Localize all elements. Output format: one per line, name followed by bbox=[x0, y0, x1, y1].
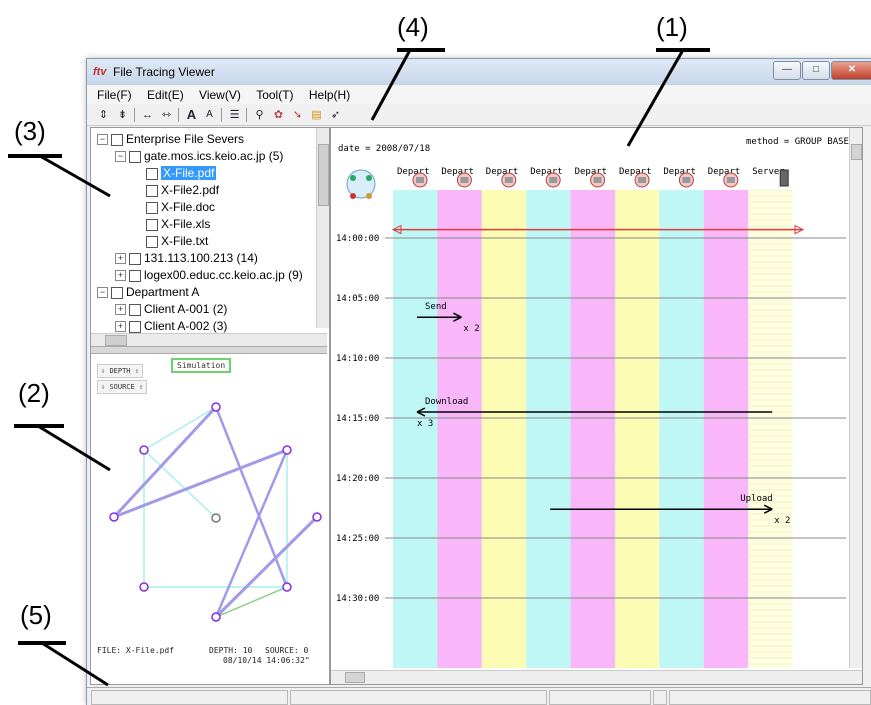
callout-leaders bbox=[37, 49, 685, 687]
